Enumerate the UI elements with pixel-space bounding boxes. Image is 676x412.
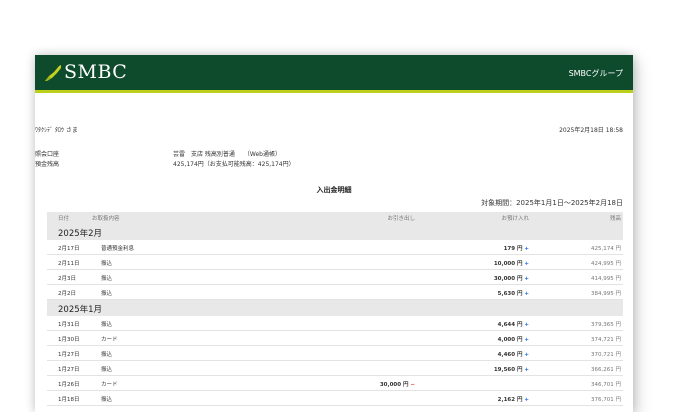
table-row: 2月3日 振込 30,000 円 +414,995 円	[47, 270, 623, 285]
plus-icon: +	[524, 291, 529, 297]
table-row: 1月27日 振込 19,560 円 +366,261 円	[47, 361, 623, 376]
row-date: 1月27日	[58, 367, 80, 373]
row-balance: 414,995 円	[591, 276, 621, 282]
row-balance: 384,995 円	[591, 291, 621, 297]
header-deposit: お預け入れ	[501, 216, 529, 222]
row-balance: 374,721 円	[591, 337, 621, 343]
table-header: 日付 お取扱内容 お引き出し お預け入れ 残高	[47, 212, 623, 224]
row-date: 1月27日	[58, 352, 80, 358]
row-description: 振込	[101, 291, 113, 297]
smbc-logo-icon	[45, 65, 61, 81]
row-withdrawal: 30,000 円 −	[380, 380, 415, 388]
row-date: 1月30日	[58, 337, 80, 343]
plus-icon: +	[524, 322, 529, 328]
row-deposit: 4,460 円 +	[498, 350, 529, 358]
row-description: 振込	[101, 322, 113, 328]
row-balance: 376,701 円	[591, 397, 621, 403]
row-balance: 424,995 円	[591, 261, 621, 267]
plus-icon: +	[524, 352, 529, 358]
row-balance: 370,721 円	[591, 352, 621, 358]
deposit-amount: 10,000 円	[493, 261, 523, 267]
header-date: 日付	[58, 216, 70, 222]
row-description: カード	[101, 382, 118, 388]
row-description: 普通預金利息	[101, 246, 135, 252]
statement-sheet: SMBC SMBCグループ ﾜﾀｸｼﾃﾞ ﾀﾛｳ さま 2025年2月18日 1…	[35, 55, 633, 412]
table-row: 1月18日 振込 2,162 円 +376,701 円	[47, 391, 623, 406]
deposit-amount: 179 円	[503, 246, 523, 252]
month-header: 2025年1月	[47, 300, 623, 316]
row-deposit: 2,162 円 +	[498, 395, 529, 403]
group-label: SMBCグループ	[568, 69, 623, 78]
table-row: 1月31日 振込 4,644 円 +379,365 円	[47, 316, 623, 331]
withdrawal-amount: 30,000 円	[379, 382, 409, 388]
month-label: 2025年2月	[58, 229, 103, 239]
row-date: 1月31日	[58, 322, 80, 328]
row-description: 振込	[101, 397, 113, 403]
month-header: 2025年2月	[47, 224, 623, 240]
timestamp: 2025年2月18日 18:58	[559, 127, 623, 134]
deposit-amount: 2,162 円	[497, 397, 523, 403]
table-row: 2月11日 振込 10,000 円 +424,995 円	[47, 255, 623, 270]
row-balance: 379,365 円	[591, 322, 621, 328]
deposit-amount: 5,630 円	[497, 291, 523, 297]
row-deposit: 4,000 円 +	[498, 335, 529, 343]
row-deposit: 4,644 円 +	[498, 320, 529, 328]
account-label: 照会口座	[35, 151, 60, 158]
row-description: 振込	[101, 352, 113, 358]
header-description: お取扱内容	[92, 216, 120, 222]
statement-period: 対象期間：2025年1月1日〜2025年2月18日	[481, 199, 623, 207]
header-accent-line	[35, 90, 633, 93]
row-description: 振込	[101, 261, 113, 267]
table-row: 1月26日 カード 30,000 円 − 346,701 円	[47, 376, 623, 391]
row-description: 振込	[101, 276, 113, 282]
row-date: 2月2日	[58, 291, 76, 297]
table-row: 1月30日 カード 4,000 円 +374,721 円	[47, 331, 623, 346]
table-row: 1月27日 振込 4,460 円 +370,721 円	[47, 346, 623, 361]
row-deposit: 179 円 +	[504, 244, 529, 252]
deposit-amount: 4,000 円	[497, 337, 523, 343]
deposit-amount: 4,460 円	[497, 352, 523, 358]
table-row: 2月17日 普通預金利息 179 円 +425,174 円	[47, 240, 623, 255]
deposit-amount: 19,560 円	[493, 367, 523, 373]
row-balance: 346,701 円	[591, 382, 621, 388]
row-balance: 366,261 円	[591, 367, 621, 373]
header-balance: 残高	[609, 216, 621, 222]
header-bar: SMBC SMBCグループ	[35, 55, 633, 90]
plus-icon: +	[524, 261, 529, 267]
table-row: 2月2日 振込 5,630 円 +384,995 円	[47, 285, 623, 300]
header-withdrawal: お引き出し	[387, 216, 415, 222]
deposit-amount: 30,000 円	[493, 276, 523, 282]
month-label: 2025年1月	[58, 305, 103, 315]
row-deposit: 10,000 円 +	[494, 259, 529, 267]
row-date: 1月18日	[58, 397, 80, 403]
row-deposit: 19,560 円 +	[494, 365, 529, 373]
row-date: 2月3日	[58, 276, 76, 282]
deposit-amount: 4,644 円	[497, 322, 523, 328]
plus-icon: +	[524, 246, 529, 252]
row-deposit: 5,630 円 +	[498, 289, 529, 297]
row-date: 2月11日	[58, 261, 80, 267]
account-value: 芸雷 支店 残高別普通 （Web通帳）	[173, 151, 281, 158]
balance-label: 預金残高	[35, 161, 60, 168]
row-description: カード	[101, 337, 118, 343]
statement-title: 入出金明細	[316, 186, 352, 194]
plus-icon: +	[524, 367, 529, 373]
row-deposit: 30,000 円 +	[494, 274, 529, 282]
transactions-table: 日付 お取扱内容 お引き出し お預け入れ 残高 2025年2月 2月17日 普通預金…	[47, 212, 623, 406]
plus-icon: +	[524, 276, 529, 282]
balance-value: 425,174円（お支払可能残高：425,174円）	[173, 161, 295, 168]
brand-logo-text: SMBC	[64, 61, 128, 83]
row-date: 2月17日	[58, 246, 80, 252]
row-date: 1月26日	[58, 382, 80, 388]
customer-name: ﾜﾀｸｼﾃﾞ ﾀﾛｳ さま	[35, 127, 78, 134]
minus-icon: −	[410, 382, 415, 388]
row-description: 振込	[101, 367, 113, 373]
plus-icon: +	[524, 337, 529, 343]
plus-icon: +	[524, 397, 529, 403]
row-balance: 425,174 円	[591, 246, 621, 252]
